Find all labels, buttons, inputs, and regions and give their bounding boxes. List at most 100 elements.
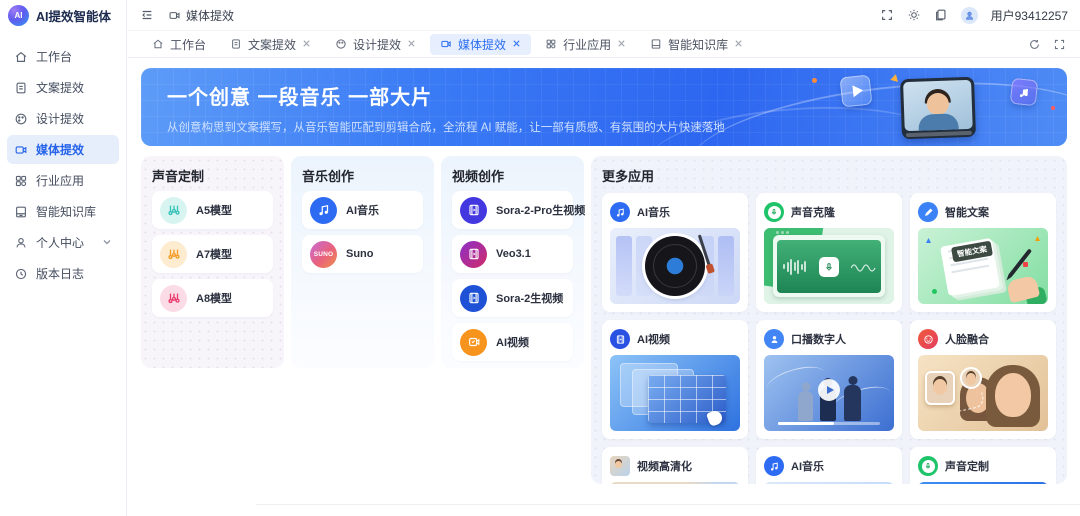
sidebar-collapse-icon[interactable] [140, 8, 154, 22]
sidebar-item-copywriting[interactable]: 文案提效 [7, 73, 119, 102]
model-card-a5[interactable]: A5模型 [152, 191, 273, 229]
tab-label: 智能知识库 [668, 36, 728, 53]
app-card-image [764, 482, 894, 484]
tab-copywriting[interactable]: 文案提效 [220, 34, 321, 55]
theme-sun-icon[interactable] [907, 8, 921, 22]
music-note-icon [310, 197, 337, 224]
model-label: Veo3.1 [496, 248, 531, 260]
music-note-icon [1010, 78, 1039, 107]
app-card-ai-music[interactable]: AI音乐 [602, 193, 748, 312]
section-voice-custom: 声音定制 A5模型 A7模型 [141, 156, 284, 368]
app-card-label: 人脸融合 [945, 331, 989, 347]
sidebar-item-knowledge[interactable]: 智能知识库 [7, 197, 119, 226]
tab-design[interactable]: 设计提效 [325, 34, 426, 55]
video-progress-bar [778, 422, 880, 425]
model-card-ai-video[interactable]: AI视频 [452, 323, 573, 361]
app-card-image [764, 228, 894, 304]
music-note-icon [610, 202, 630, 222]
fullscreen-icon[interactable] [880, 8, 894, 22]
app-card-face-fusion[interactable]: 人脸融合 [910, 320, 1056, 439]
app-card-image [610, 482, 740, 484]
hero-banner: 一个创意 一段音乐 一部大片 从创意构思到文案撰写，从音乐智能匹配到剪辑合成，全… [141, 68, 1067, 146]
close-icon[interactable] [302, 37, 311, 51]
close-icon[interactable] [734, 37, 743, 51]
film-icon [460, 241, 487, 268]
app-card-image [764, 355, 894, 431]
sliders-icon [160, 285, 187, 312]
model-card-ai-music[interactable]: AI音乐 [302, 191, 423, 229]
app-card-image [918, 482, 1048, 484]
sidebar-item-label: 行业应用 [36, 172, 84, 189]
model-card-sora2pro[interactable]: Sora-2-Pro生视频 [452, 191, 573, 229]
refresh-icon[interactable] [1028, 38, 1041, 51]
app-card-digital-human[interactable]: 口播数字人 [756, 320, 902, 439]
file-copy-icon[interactable] [934, 8, 948, 22]
app-card-label: 智能文案 [945, 204, 989, 220]
app-card-label: AI音乐 [637, 204, 670, 220]
video-camera-icon [440, 38, 452, 50]
model-card-a7[interactable]: A7模型 [152, 235, 273, 273]
sidebar-item-changelog[interactable]: 版本日志 [7, 259, 119, 288]
document-icon [14, 81, 28, 95]
app-card-label: AI音乐 [791, 458, 824, 474]
sidebar-item-workbench[interactable]: 工作台 [7, 42, 119, 71]
app-card-label: 口播数字人 [791, 331, 846, 347]
app-card-label: AI视频 [637, 331, 670, 347]
app-card-ai-video[interactable]: AI视频 [602, 320, 748, 439]
music-note-icon [764, 456, 784, 476]
video-progress-bar [906, 131, 972, 137]
user-avatar[interactable] [961, 7, 978, 24]
section-title: 视频创作 [452, 166, 573, 185]
video-camera-icon [168, 9, 181, 22]
sidebar-item-media[interactable]: 媒体提效 [7, 135, 119, 164]
footer-divider [256, 504, 1080, 505]
sidebar-item-label: 版本日志 [36, 265, 84, 282]
close-icon[interactable] [512, 37, 521, 51]
model-label: A5模型 [196, 202, 232, 218]
section-title: 更多应用 [602, 166, 1056, 185]
app-window: AI AI提效智能体 工作台 文案提效 设计提效 媒体提效 行业应用 [0, 0, 1080, 516]
app-card-voice-custom[interactable]: 声音定制 [910, 447, 1056, 484]
model-card-suno[interactable]: SUNO Suno [302, 235, 423, 273]
app-card-label: 视频高清化 [637, 458, 692, 474]
app-card-image [610, 228, 740, 304]
history-icon [14, 267, 28, 281]
section-music-creation: 音乐创作 AI音乐 SUNO Suno [291, 156, 434, 368]
tab-label: 工作台 [170, 36, 206, 53]
sidebar-item-label: 媒体提效 [36, 141, 84, 158]
palette-icon [335, 38, 347, 50]
model-card-sora2[interactable]: Sora-2生视频 [452, 279, 573, 317]
close-icon[interactable] [407, 37, 416, 51]
close-icon[interactable] [617, 37, 626, 51]
tab-label: 设计提效 [353, 36, 401, 53]
pen-icon [918, 202, 938, 222]
model-card-a8[interactable]: A8模型 [152, 279, 273, 317]
expand-icon[interactable] [1053, 38, 1066, 51]
app-card-smart-copy[interactable]: 智能文案 智能文案 [910, 193, 1056, 312]
sidebar-item-profile[interactable]: 个人中心 [7, 228, 119, 257]
sidebar-item-design[interactable]: 设计提效 [7, 104, 119, 133]
sidebar-item-label: 工作台 [36, 48, 72, 65]
app-card-voice-clone[interactable]: 声音克隆 [756, 193, 902, 312]
app-card-image [918, 355, 1048, 431]
magic-video-icon [460, 329, 487, 356]
breadcrumb-label: 媒体提效 [186, 7, 234, 24]
app-card-video-enhance[interactable]: 视频高清化 [602, 447, 748, 484]
sidebar-nav: 工作台 文案提效 设计提效 媒体提效 行业应用 智能知识库 [0, 30, 126, 288]
tabbar-actions [1028, 38, 1066, 51]
model-label: AI音乐 [346, 202, 379, 218]
model-card-veo31[interactable]: Veo3.1 [452, 235, 573, 273]
suno-logo-icon: SUNO [310, 241, 337, 268]
user-icon [14, 236, 28, 250]
tab-knowledge[interactable]: 智能知识库 [640, 34, 753, 55]
tab-workbench[interactable]: 工作台 [142, 34, 216, 55]
sliders-icon [160, 197, 187, 224]
tab-label: 媒体提效 [458, 36, 506, 53]
tab-media[interactable]: 媒体提效 [430, 34, 531, 55]
home-icon [152, 38, 164, 50]
tab-industry[interactable]: 行业应用 [535, 34, 636, 55]
app-card-ai-music-2[interactable]: AI音乐 [756, 447, 902, 484]
sidebar-item-label: 设计提效 [36, 110, 84, 127]
banner-video-thumbnail [900, 77, 976, 140]
sidebar-item-industry[interactable]: 行业应用 [7, 166, 119, 195]
